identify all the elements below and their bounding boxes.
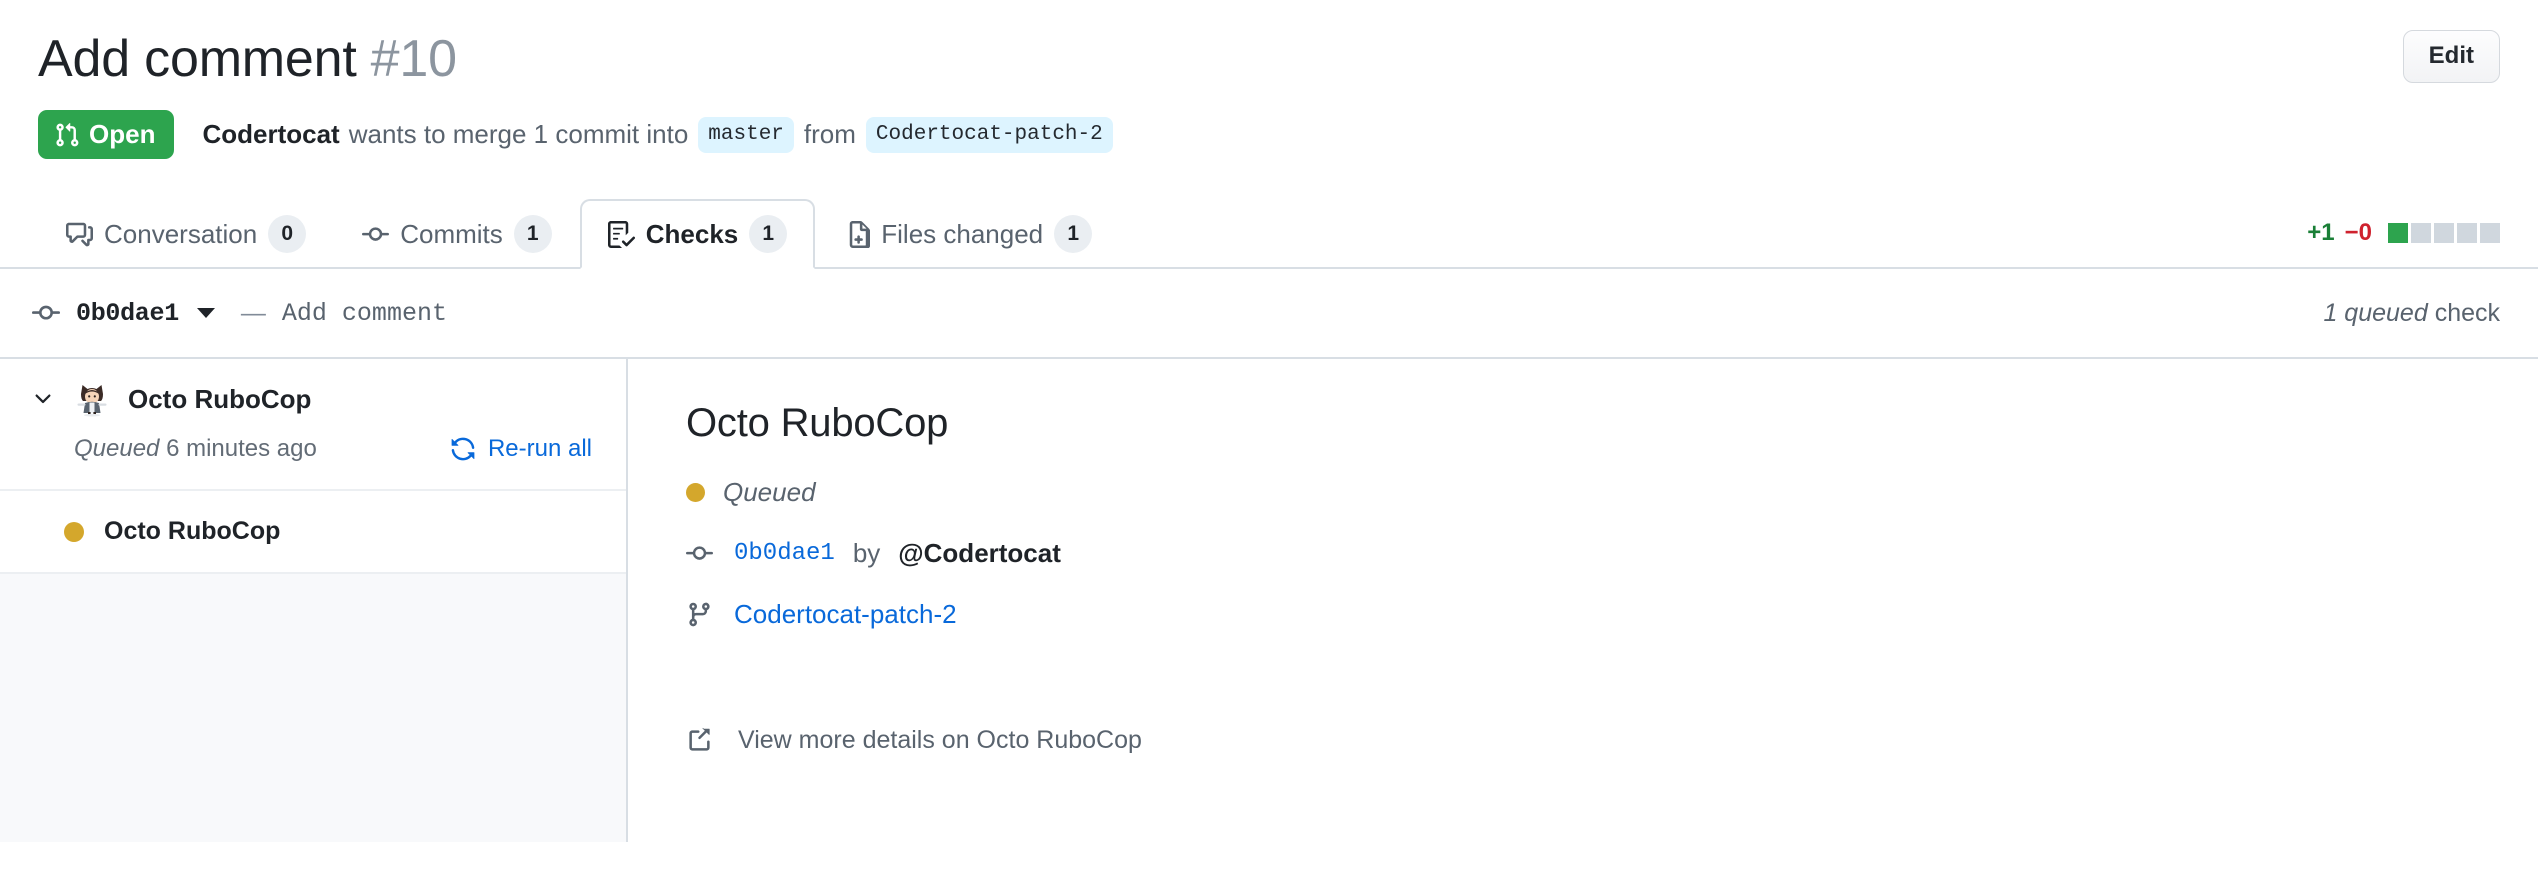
tab-checks-count: 1 [749, 215, 787, 253]
sync-icon [450, 436, 476, 462]
diff-block [2388, 223, 2408, 243]
page-title: Add comment#10 [38, 30, 457, 88]
diff-block [2411, 223, 2431, 243]
diff-stat[interactable]: +1 −0 [2307, 219, 2500, 247]
queued-status-icon [686, 483, 705, 502]
diff-block [2457, 223, 2477, 243]
list-item[interactable]: Octo RuboCop [0, 491, 626, 574]
checks-sidebar: Octo RuboCop Queued 6 minutes ago Re-run [0, 359, 628, 842]
check-detail-panel: Octo RuboCop Queued 0b0dae1 by @Codertoc… [628, 359, 2538, 842]
pr-number: #10 [371, 30, 457, 88]
check-suite-header: Octo RuboCop Queued 6 minutes ago Re-run [0, 359, 626, 491]
pr-author: Codertocat [202, 119, 339, 150]
check-detail-branch-link[interactable]: Codertocat-patch-2 [734, 599, 957, 630]
comment-discussion-icon [66, 221, 93, 248]
diff-block [2480, 223, 2500, 243]
by-word: by [853, 538, 880, 569]
link-external-icon [686, 727, 716, 754]
file-diff-icon [843, 221, 870, 248]
git-pull-request-icon [54, 122, 80, 148]
checks-summary: 1 queued check [2323, 299, 2500, 328]
tab-files-changed[interactable]: Files changed 1 [815, 199, 1120, 269]
pr-header: Add comment#10 Edit Open Codertocat want… [0, 0, 2538, 159]
pr-tabs: Conversation 0 Commits 1 [38, 187, 2500, 269]
check-suite-meta: Queued 6 minutes ago Re-run all [30, 435, 604, 463]
git-branch-icon [686, 601, 716, 628]
chevron-down-icon[interactable] [197, 308, 215, 318]
chevron-down-icon[interactable] [30, 386, 56, 412]
diff-block [2434, 223, 2454, 243]
re-run-all-button[interactable]: Re-run all [450, 435, 592, 463]
check-detail-status-row: Queued [686, 477, 2538, 508]
pull-request-checks-page: Add comment#10 Edit Open Codertocat want… [0, 0, 2538, 872]
base-branch-chip[interactable]: master [698, 117, 794, 153]
head-branch-chip[interactable]: Codertocat-patch-2 [866, 117, 1113, 153]
tab-commits-label: Commits [400, 219, 503, 250]
pr-tabs-bar: Conversation 0 Commits 1 [0, 187, 2538, 269]
checklist-icon [608, 221, 635, 248]
re-run-all-label: Re-run all [488, 435, 592, 463]
commit-message: Add comment [282, 299, 447, 328]
status-badge: Open [38, 110, 174, 159]
tab-conversation-count: 0 [268, 215, 306, 253]
checks-summary-count: 1 queued [2323, 299, 2427, 327]
check-suite-title-row: Octo RuboCop [30, 381, 604, 417]
tab-conversation-label: Conversation [104, 219, 257, 250]
git-commit-icon [362, 221, 389, 248]
check-detail-status: Queued [723, 477, 816, 508]
tab-commits[interactable]: Commits 1 [334, 199, 580, 269]
commit-sha[interactable]: 0b0dae1 [76, 299, 179, 328]
external-details-label: View more details on Octo RuboCop [738, 726, 1142, 755]
check-suite-status-state: Queued [74, 435, 159, 462]
commit-selector: 0b0dae1 — Add comment [32, 299, 447, 328]
check-detail-commit-row: 0b0dae1 by @Codertocat [686, 538, 2538, 569]
diff-deletions: −0 [2345, 219, 2372, 247]
pr-subtitle: Open Codertocat wants to merge 1 commit … [38, 110, 2498, 159]
list-item-label: Octo RuboCop [104, 517, 280, 546]
queued-status-icon [64, 522, 84, 542]
check-detail-branch-row: Codertocat-patch-2 [686, 599, 2538, 630]
check-suite-status: Queued 6 minutes ago [74, 435, 317, 463]
external-details-row[interactable]: View more details on Octo RuboCop [686, 726, 2538, 755]
tab-checks-label: Checks [646, 219, 739, 250]
sidebar-filler [0, 574, 626, 842]
avatar [74, 381, 110, 417]
diff-additions: +1 [2307, 219, 2334, 247]
check-suite-app-name: Octo RuboCop [128, 384, 311, 415]
commit-selector-bar: 0b0dae1 — Add comment 1 queued check [0, 269, 2538, 357]
commit-separator: — [241, 299, 266, 328]
merge-phrase: wants to merge 1 commit into [349, 119, 689, 150]
edit-button[interactable]: Edit [2403, 30, 2500, 83]
merge-description: Codertocat wants to merge 1 commit into … [202, 117, 1122, 153]
check-detail-user[interactable]: @Codertocat [898, 538, 1061, 569]
pr-title-row: Add comment#10 [38, 30, 2498, 88]
from-word: from [804, 119, 856, 150]
check-detail-sha-link[interactable]: 0b0dae1 [734, 540, 835, 567]
git-commit-icon [686, 540, 716, 567]
tab-files-changed-label: Files changed [881, 219, 1043, 250]
checks-summary-noun: check [2435, 299, 2500, 327]
pr-title-text: Add comment [38, 30, 357, 88]
check-suite-status-time: 6 minutes ago [166, 435, 317, 462]
tab-checks[interactable]: Checks 1 [580, 199, 816, 269]
check-detail-title: Octo RuboCop [686, 399, 2538, 447]
status-badge-label: Open [89, 119, 155, 150]
diff-stat-blocks [2388, 223, 2500, 243]
tab-conversation[interactable]: Conversation 0 [38, 199, 334, 269]
tab-files-changed-count: 1 [1054, 215, 1092, 253]
tab-commits-count: 1 [514, 215, 552, 253]
checks-body: Octo RuboCop Queued 6 minutes ago Re-run [0, 357, 2538, 842]
git-commit-icon [32, 299, 60, 327]
